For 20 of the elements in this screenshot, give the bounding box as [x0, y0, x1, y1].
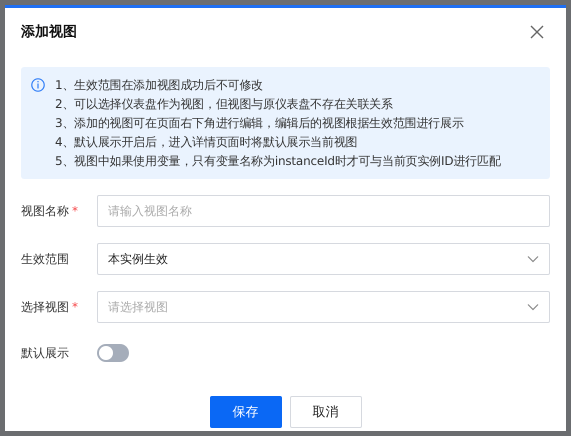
toggle-switch[interactable] — [97, 344, 129, 362]
info-icon — [31, 78, 45, 92]
field-label: 默认展示 — [21, 344, 69, 362]
required-mark: * — [72, 204, 78, 218]
notice-line: 1、生效范围在添加视图成功后不可修改 — [55, 77, 264, 94]
cancel-button[interactable]: 取消 — [290, 396, 362, 428]
select-field[interactable]: 本实例生效 — [97, 243, 550, 275]
field-label: 视图名称 — [21, 202, 69, 220]
notice-line: 2、可以选择仪表盘作为视图，但视图与原仪表盘不存在关联关系 — [55, 96, 394, 113]
notice-line: 3、添加的视图可在页面右下角进行编辑，编辑后的视图根据生效范围进行展示 — [55, 115, 465, 132]
notice-line: 4、默认展示开启后，进入详情页面时将默认展示当前视图 — [55, 134, 358, 151]
dialog-title: 添加视图 — [21, 22, 77, 40]
close-icon[interactable] — [530, 24, 544, 38]
save-button[interactable]: 保存 — [210, 396, 282, 428]
notice-line: 5、视图中如果使用变量，只有变量名称为instanceId时才可与当前页实例ID进行匹配 — [55, 153, 501, 170]
required-mark: * — [72, 300, 78, 314]
field-label: 选择视图 — [21, 298, 69, 316]
chevron-down-icon — [527, 255, 539, 263]
field-label: 生效范围 — [21, 250, 69, 268]
chevron-down-icon — [527, 303, 539, 311]
